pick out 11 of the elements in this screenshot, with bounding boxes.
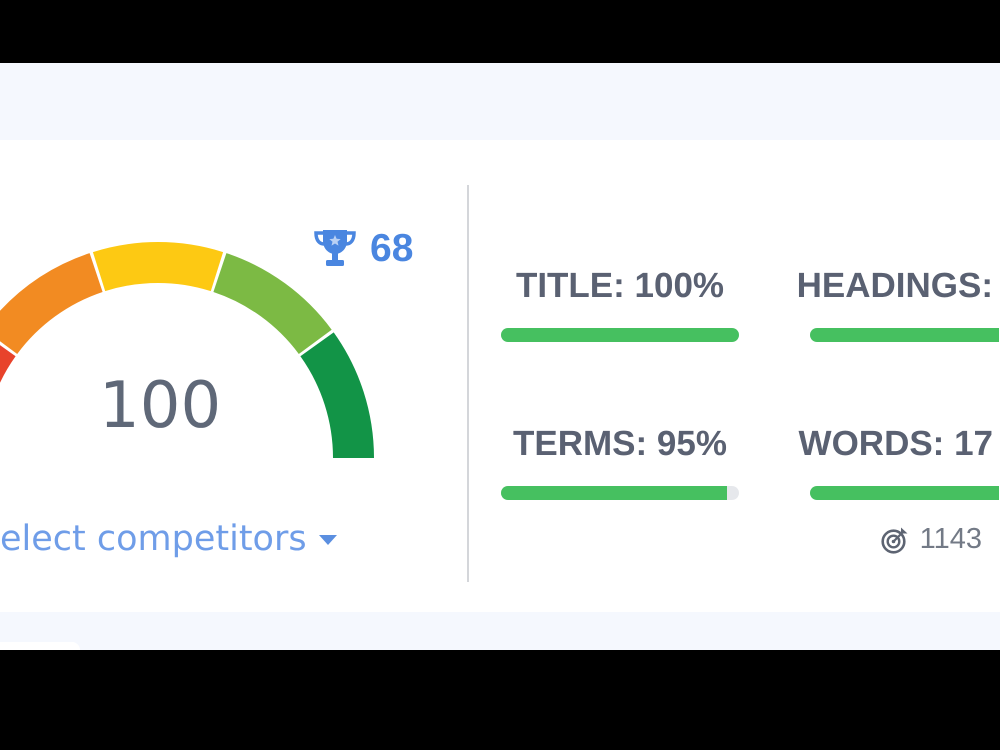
metric-label: TERMS: 95% [513,426,727,461]
metric-label: WORDS: 17 [798,426,993,461]
gauge-score: 100 [99,374,222,438]
competitors-dropdown[interactable]: elect competitors [0,522,337,557]
competitor-score: 68 [370,228,414,268]
target-icon [880,526,909,554]
metric-label: TITLE: 100% [516,268,724,303]
caret-icon [318,534,337,544]
target-word-count: 1143 [920,525,982,554]
trophy-icon [312,228,358,268]
metric-label: HEADINGS: [796,268,993,303]
